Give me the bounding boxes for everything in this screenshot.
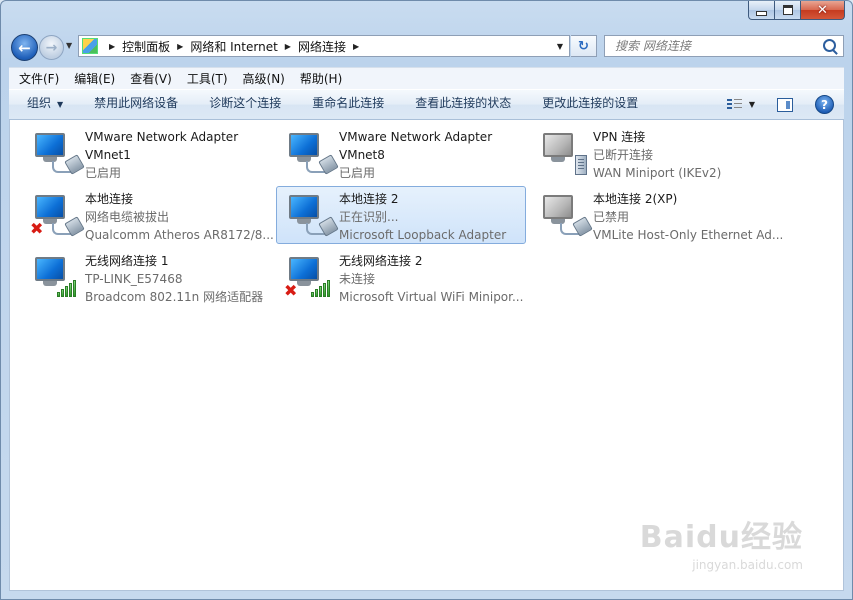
connection-device: Qualcomm Atheros AR8172/8... bbox=[85, 228, 274, 242]
arrow-right-icon: → bbox=[45, 39, 58, 56]
chevron-down-icon: ▼ bbox=[57, 100, 64, 109]
maximize-button[interactable] bbox=[775, 1, 801, 20]
connection-name: 本地连接 bbox=[85, 192, 134, 206]
connection-name: VMware Network Adapter bbox=[85, 130, 239, 144]
control-panel-icon bbox=[82, 38, 98, 54]
minimize-button[interactable] bbox=[748, 1, 775, 20]
connection-device: WAN Miniport (IKEv2) bbox=[593, 166, 722, 180]
breadcrumb-control-panel[interactable]: 控制面板 bbox=[122, 38, 170, 55]
connection-device: Microsoft Loopback Adapter bbox=[339, 228, 507, 242]
connection-status: 已断开连接 bbox=[593, 148, 654, 162]
connection-name: VMware Network Adapter bbox=[339, 130, 493, 144]
signal-strength-icon bbox=[311, 279, 333, 297]
signal-strength-icon bbox=[57, 279, 79, 297]
connection-name: VPN 连接 bbox=[593, 130, 646, 144]
connection-status: 正在识别... bbox=[339, 210, 399, 224]
chevron-right-icon[interactable]: ▶ bbox=[285, 42, 291, 51]
connection-status: 已启用 bbox=[339, 166, 376, 180]
connection-name: VMnet1 bbox=[85, 148, 131, 162]
menu-advanced[interactable]: 高级(N) bbox=[233, 68, 290, 90]
connection-wireless-2[interactable]: ✖ 无线网络连接 2 未连接 Microsoft Virtual WiFi Mi… bbox=[276, 248, 526, 306]
connection-status: 已禁用 bbox=[593, 210, 630, 224]
explorer-window: ✕ ← → ▼ ▶ 控制面板 ▶ 网络和 Internet ▶ 网络连接 ▶ ▼… bbox=[0, 0, 853, 600]
forward-button[interactable]: → bbox=[39, 35, 64, 60]
help-icon[interactable]: ? bbox=[815, 95, 834, 114]
search-box[interactable] bbox=[604, 35, 844, 57]
view-status-button[interactable]: 查看此连接的状态 bbox=[399, 89, 526, 120]
maximize-icon bbox=[782, 5, 793, 15]
wireless-adapter-icon bbox=[31, 253, 83, 301]
search-icon[interactable] bbox=[823, 39, 836, 52]
connection-wireless-1[interactable]: 无线网络连接 1 TP-LINK_E57468 Broadcom 802.11n… bbox=[22, 248, 272, 306]
breadcrumb-network-internet[interactable]: 网络和 Internet bbox=[190, 38, 277, 55]
connection-name: 本地连接 2 bbox=[339, 192, 399, 206]
breadcrumb: ▶ 控制面板 ▶ 网络和 Internet ▶ 网络连接 ▶ bbox=[102, 36, 366, 56]
error-x-icon: ✖ bbox=[284, 281, 298, 300]
connection-vpn[interactable]: VPN 连接 已断开连接 WAN Miniport (IKEv2) bbox=[530, 124, 780, 182]
rename-connection-button[interactable]: 重命名此连接 bbox=[296, 89, 399, 120]
organize-label: 组织 bbox=[27, 96, 52, 110]
connection-local-area-2-xp[interactable]: 本地连接 2(XP) 已禁用 VMLite Host-Only Ethernet… bbox=[530, 186, 784, 244]
organize-button[interactable]: 组织 ▼ bbox=[9, 89, 78, 120]
address-dropdown-icon[interactable]: ▼ bbox=[557, 42, 563, 51]
diagnose-connection-button[interactable]: 诊断这个连接 bbox=[193, 89, 296, 120]
arrow-left-icon: ← bbox=[18, 38, 31, 57]
command-bar: 组织 ▼ 禁用此网络设备 诊断这个连接 重命名此连接 查看此连接的状态 更改此连接… bbox=[9, 89, 844, 120]
connection-name: 本地连接 2(XP) bbox=[593, 192, 678, 206]
back-button[interactable]: ← bbox=[11, 34, 38, 61]
connection-status: 网络电缆被拔出 bbox=[85, 210, 170, 224]
breadcrumb-network-connections[interactable]: 网络连接 bbox=[298, 38, 346, 55]
connection-status: 已启用 bbox=[85, 166, 122, 180]
change-view-icon[interactable] bbox=[726, 98, 743, 111]
menu-bar: 文件(F) 编辑(E) 查看(V) 工具(T) 高级(N) 帮助(H) bbox=[9, 67, 844, 90]
chevron-right-icon[interactable]: ▶ bbox=[353, 42, 359, 51]
connection-device: VMLite Host-Only Ethernet Ad... bbox=[593, 228, 784, 242]
network-adapter-disconnected-icon: ✖ bbox=[30, 191, 85, 239]
caption-buttons: ✕ bbox=[748, 1, 845, 20]
baidu-watermark: Baidu经验 jingyan.baidu.com bbox=[640, 512, 803, 572]
menu-file[interactable]: 文件(F) bbox=[9, 68, 64, 90]
network-adapter-icon bbox=[285, 129, 339, 177]
chevron-right-icon[interactable]: ▶ bbox=[177, 42, 183, 51]
refresh-icon: ↻ bbox=[578, 38, 589, 54]
connections-list: VMware Network Adapter VMnet1 已启用 VMware… bbox=[9, 120, 844, 591]
menu-view[interactable]: 查看(V) bbox=[120, 68, 177, 90]
wireless-adapter-disconnected-icon: ✖ bbox=[284, 253, 337, 301]
connection-status: TP-LINK_E57468 bbox=[85, 272, 183, 286]
connection-local-area-2[interactable]: 本地连接 2 正在识别... Microsoft Loopback Adapte… bbox=[276, 186, 526, 244]
change-settings-button[interactable]: 更改此连接的设置 bbox=[526, 89, 653, 120]
network-adapter-disabled-icon bbox=[539, 191, 593, 239]
connection-name: 无线网络连接 2 bbox=[339, 254, 423, 268]
view-tools: ▼ ? bbox=[726, 95, 834, 114]
preview-pane-icon[interactable] bbox=[777, 97, 793, 112]
error-x-icon: ✖ bbox=[30, 219, 44, 238]
connection-device: Microsoft Virtual WiFi Minipor... bbox=[339, 290, 524, 304]
connection-status: 未连接 bbox=[339, 272, 376, 286]
address-row: ← → ▼ ▶ 控制面板 ▶ 网络和 Internet ▶ 网络连接 ▶ ▼ ↻ bbox=[1, 31, 852, 63]
connection-local-area[interactable]: ✖ 本地连接 网络电缆被拔出 Qualcomm Atheros AR8172/8… bbox=[22, 186, 274, 244]
chevron-right-icon[interactable]: ▶ bbox=[109, 42, 115, 51]
connection-device: Broadcom 802.11n 网络适配器 bbox=[85, 290, 264, 304]
menu-edit[interactable]: 编辑(E) bbox=[64, 68, 120, 90]
disable-device-button[interactable]: 禁用此网络设备 bbox=[78, 89, 193, 120]
network-adapter-icon bbox=[285, 191, 339, 239]
vpn-icon bbox=[539, 129, 591, 177]
view-options-dropdown[interactable]: ▼ bbox=[749, 100, 755, 109]
close-icon: ✕ bbox=[817, 2, 828, 18]
refresh-button[interactable]: ↻ bbox=[571, 35, 597, 57]
recent-pages-dropdown[interactable]: ▼ bbox=[66, 41, 72, 50]
menu-tools[interactable]: 工具(T) bbox=[177, 68, 233, 90]
connection-vmnet1[interactable]: VMware Network Adapter VMnet1 已启用 bbox=[22, 124, 272, 182]
search-input[interactable] bbox=[613, 38, 827, 54]
watermark-url: jingyan.baidu.com bbox=[692, 558, 803, 572]
minimize-icon bbox=[756, 10, 767, 16]
menu-help[interactable]: 帮助(H) bbox=[290, 68, 347, 90]
address-bar[interactable]: ▶ 控制面板 ▶ 网络和 Internet ▶ 网络连接 ▶ ▼ bbox=[78, 35, 570, 57]
watermark-logo: Baidu经验 bbox=[639, 520, 803, 555]
connection-name: 无线网络连接 1 bbox=[85, 254, 169, 268]
connection-vmnet8[interactable]: VMware Network Adapter VMnet8 已启用 bbox=[276, 124, 526, 182]
close-button[interactable]: ✕ bbox=[801, 1, 845, 20]
network-adapter-icon bbox=[31, 129, 85, 177]
connection-name: VMnet8 bbox=[339, 148, 385, 162]
